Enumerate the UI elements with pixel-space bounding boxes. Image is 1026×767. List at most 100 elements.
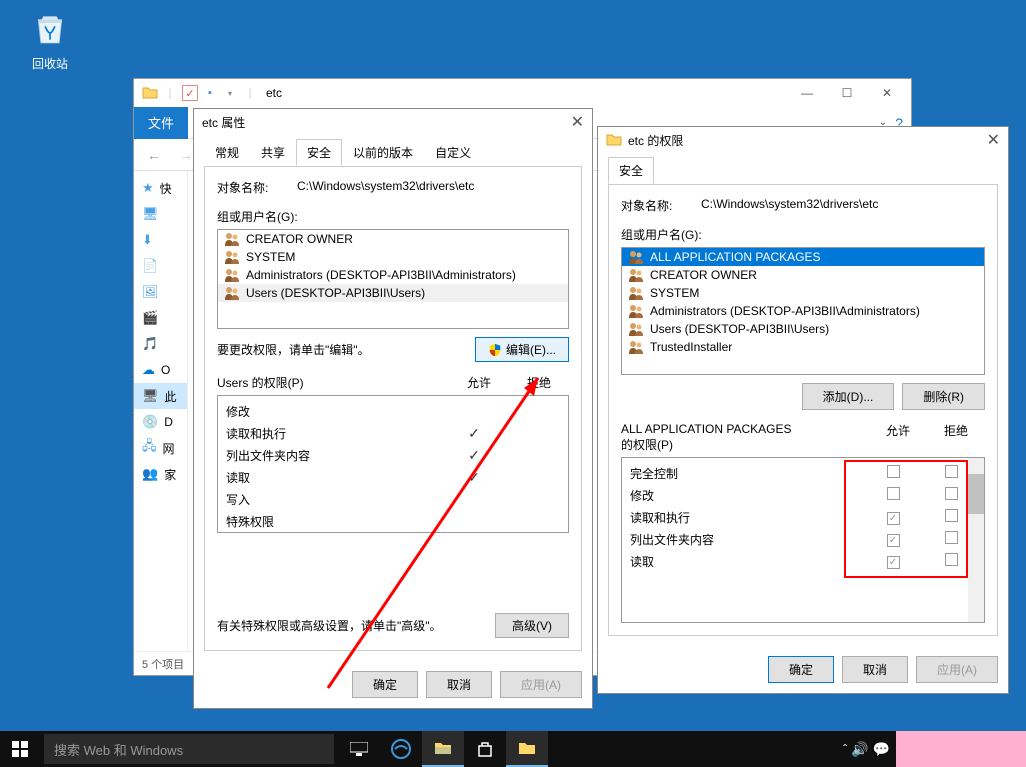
remove-button[interactable]: 删除(R) xyxy=(902,383,985,410)
object-name-label: 对象名称: xyxy=(217,179,297,196)
back-button[interactable]: ← xyxy=(142,143,166,167)
tab-3[interactable]: 以前的版本 xyxy=(342,139,424,166)
user-item[interactable]: Users (DESKTOP-API3BII\Users) xyxy=(622,320,984,338)
perm-row: 读取✓ xyxy=(222,466,564,488)
perm-row: 完全控制 xyxy=(626,462,980,484)
store-button[interactable] xyxy=(464,731,506,767)
recycle-bin[interactable]: 回收站 xyxy=(20,8,80,72)
deny-checkbox[interactable] xyxy=(945,509,958,522)
groups-label: 组或用户名(G): xyxy=(621,226,985,243)
tab-2[interactable]: 安全 xyxy=(296,139,342,166)
qat-dropdown-icon[interactable]: ▾ xyxy=(222,85,238,101)
sidebar-item[interactable]: 💿D xyxy=(134,409,187,435)
taskbar: 搜索 Web 和 Windows ˆ 🔊 💬 xyxy=(0,731,1026,767)
perms-title: etc 的权限 xyxy=(628,132,683,149)
tab-0[interactable]: 常规 xyxy=(204,139,250,166)
perms-titlebar[interactable]: etc 的权限 ✕ xyxy=(598,127,1008,153)
notification-icon[interactable]: 💬 xyxy=(873,741,890,758)
edit-button[interactable]: 编辑(E)... xyxy=(475,337,569,362)
object-name-value: C:\Windows\system32\drivers\etc xyxy=(701,197,878,214)
deny-header: 拒绝 xyxy=(927,422,985,453)
tab-security[interactable]: 安全 xyxy=(608,157,654,184)
deny-checkbox[interactable] xyxy=(945,487,958,500)
allow-checkbox[interactable]: ✓ xyxy=(887,556,900,569)
edit-hint: 要更改权限，请单击"编辑"。 xyxy=(217,341,475,358)
explorer-titlebar[interactable]: | ✓ ▪ ▾ | etc — ☐ ✕ xyxy=(134,79,911,107)
task-view-button[interactable] xyxy=(338,731,380,767)
props-titlebar[interactable]: etc 属性 ✕ xyxy=(194,109,592,135)
ok-button[interactable]: 确定 xyxy=(768,656,834,683)
edge-button[interactable] xyxy=(380,731,422,767)
allow-checkbox[interactable]: ✓ xyxy=(887,534,900,547)
props-title: etc 属性 xyxy=(202,114,245,131)
pink-overlay xyxy=(896,731,1026,767)
user-list[interactable]: CREATOR OWNERSYSTEMAdministrators (DESKT… xyxy=(217,229,569,329)
allow-checkbox[interactable]: ✓ xyxy=(887,512,900,525)
sidebar-item[interactable]: 📄 xyxy=(134,253,187,279)
perm-row: 写入 xyxy=(222,488,564,510)
close-button[interactable]: ✕ xyxy=(867,80,907,106)
cancel-button[interactable]: 取消 xyxy=(426,671,492,698)
store-icon xyxy=(476,740,494,758)
deny-checkbox[interactable] xyxy=(945,465,958,478)
allow-checkbox[interactable] xyxy=(887,465,900,478)
user-item[interactable]: SYSTEM xyxy=(622,284,984,302)
user-item[interactable]: TrustedInstaller xyxy=(622,338,984,356)
deny-checkbox[interactable] xyxy=(945,531,958,544)
ok-button[interactable]: 确定 xyxy=(352,671,418,698)
deny-checkbox[interactable] xyxy=(945,553,958,566)
system-tray: ˆ 🔊 💬 xyxy=(843,741,896,758)
cancel-button[interactable]: 取消 xyxy=(842,656,908,683)
sidebar-item[interactable]: ⬇ xyxy=(134,227,187,253)
user-item[interactable]: CREATOR OWNER xyxy=(622,266,984,284)
user-item[interactable]: SYSTEM xyxy=(218,248,568,266)
sidebar-item[interactable]: 🎬 xyxy=(134,305,187,331)
explorer-taskbar-button-2[interactable] xyxy=(506,731,548,767)
tray-chevron-icon[interactable]: ˆ xyxy=(843,742,847,756)
sidebar-item[interactable]: ☁O xyxy=(134,357,187,383)
sidebar-item[interactable]: 👥家 xyxy=(134,461,187,487)
sidebar-item[interactable]: 🖥 xyxy=(134,201,187,227)
sidebar-item[interactable]: 🖥此 xyxy=(134,383,187,409)
volume-icon[interactable]: 🔊 xyxy=(851,741,868,758)
sidebar-item[interactable]: ★快 xyxy=(134,175,187,201)
perm-row: 特殊权限 xyxy=(222,510,564,532)
sidebar-item[interactable]: 🖧网 xyxy=(134,435,187,461)
allow-header: 允许 xyxy=(449,374,509,391)
folder-icon xyxy=(142,85,158,101)
properties-dialog: etc 属性 ✕ 常规共享安全以前的版本自定义 对象名称: C:\Windows… xyxy=(193,108,593,709)
recycle-bin-label: 回收站 xyxy=(20,55,80,72)
advanced-button[interactable]: 高级(V) xyxy=(495,613,569,638)
perm-row: 读取和执行✓ xyxy=(222,422,564,444)
apply-button[interactable]: 应用(A) xyxy=(500,671,582,698)
search-placeholder: 搜索 Web 和 Windows xyxy=(54,740,183,759)
qat-item[interactable]: ▪ xyxy=(202,85,218,101)
allow-checkbox[interactable] xyxy=(887,487,900,500)
tab-1[interactable]: 共享 xyxy=(250,139,296,166)
sidebar-item[interactable]: 🎵 xyxy=(134,331,187,357)
recycle-bin-icon xyxy=(30,8,70,48)
close-icon[interactable]: ✕ xyxy=(571,112,584,132)
maximize-button[interactable]: ☐ xyxy=(827,80,867,106)
edit-button-label: 编辑(E)... xyxy=(506,341,556,358)
scrollbar[interactable] xyxy=(968,458,984,622)
apply-button[interactable]: 应用(A) xyxy=(916,656,998,683)
user-item[interactable]: CREATOR OWNER xyxy=(218,230,568,248)
sidebar-item[interactable]: 🖼 xyxy=(134,279,187,305)
file-tab[interactable]: 文件 xyxy=(134,107,188,139)
user-list[interactable]: ALL APPLICATION PACKAGESCREATOR OWNERSYS… xyxy=(621,247,985,375)
search-box[interactable]: 搜索 Web 和 Windows xyxy=(44,734,334,764)
close-icon[interactable]: ✕ xyxy=(987,130,1000,150)
user-item[interactable]: Users (DESKTOP-API3BII\Users) xyxy=(218,284,568,302)
user-item[interactable]: Administrators (DESKTOP-API3BII\Administ… xyxy=(622,302,984,320)
object-name-value: C:\Windows\system32\drivers\etc xyxy=(297,179,569,196)
start-button[interactable] xyxy=(0,731,40,767)
minimize-button[interactable]: — xyxy=(787,80,827,106)
explorer-taskbar-button[interactable] xyxy=(422,731,464,767)
tab-4[interactable]: 自定义 xyxy=(424,139,482,166)
add-button[interactable]: 添加(D)... xyxy=(802,383,895,410)
qat-check-icon[interactable]: ✓ xyxy=(182,85,198,101)
folder-icon xyxy=(606,132,622,148)
user-item[interactable]: Administrators (DESKTOP-API3BII\Administ… xyxy=(218,266,568,284)
user-item[interactable]: ALL APPLICATION PACKAGES xyxy=(622,248,984,266)
